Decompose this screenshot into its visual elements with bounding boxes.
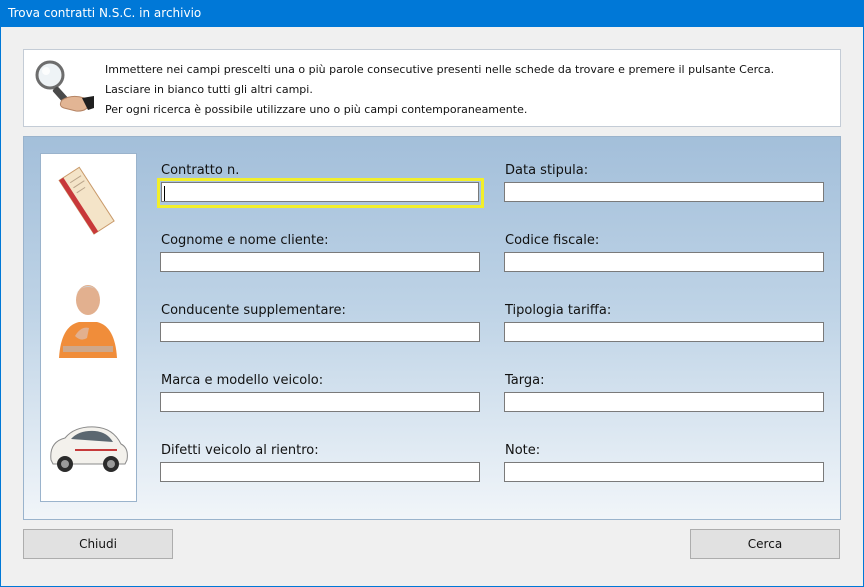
tipologia-input[interactable] [504, 322, 824, 342]
search-contracts-window: Trova contratti N.S.C. in archivio Immet… [0, 0, 864, 587]
text-caret [164, 186, 165, 201]
dialog-body: Immettere nei campi prescelti una o più … [1, 27, 863, 586]
contratto-input[interactable] [161, 182, 479, 202]
note-input[interactable] [504, 462, 824, 482]
search-form-panel: Contratto n. Data stipula: Cognome e nom… [23, 136, 841, 520]
document-icon [58, 166, 115, 235]
data-stipula-input[interactable] [504, 182, 824, 202]
difetti-label: Difetti veicolo al rientro: [161, 443, 319, 458]
instructions-line-1: Immettere nei campi prescelti una o più … [105, 63, 775, 76]
illustration-strip [40, 153, 137, 502]
tipologia-label: Tipologia tariffa: [505, 303, 612, 318]
instructions-text: Immettere nei campi prescelti una o più … [105, 60, 774, 120]
codice-fiscale-input[interactable] [504, 252, 824, 272]
marca-label: Marca e modello veicolo: [161, 373, 324, 388]
data-stipula-label: Data stipula: [505, 163, 589, 178]
cognome-label: Cognome e nome cliente: [161, 233, 329, 248]
window-title: Trova contratti N.S.C. in archivio [8, 6, 202, 20]
instructions-box: Immettere nei campi prescelti una o più … [23, 49, 841, 127]
title-bar[interactable]: Trova contratti N.S.C. in archivio [0, 0, 864, 27]
codice-fiscale-label: Codice fiscale: [505, 233, 600, 248]
targa-label: Targa: [505, 373, 545, 388]
contratto-label: Contratto n. [161, 163, 240, 178]
marca-input[interactable] [160, 392, 480, 412]
car-photo [50, 426, 128, 472]
instructions-line-3: Per ogni ricerca è possibile utilizzare … [105, 103, 528, 116]
conducente-input[interactable] [160, 322, 480, 342]
magnifier-icon [35, 60, 94, 112]
cognome-input[interactable] [160, 252, 480, 272]
close-button[interactable]: Chiudi [23, 529, 173, 559]
search-button[interactable]: Cerca [690, 529, 840, 559]
instructions-line-2: Lasciare in bianco tutti gli altri campi… [105, 83, 313, 96]
difetti-input[interactable] [160, 462, 480, 482]
conducente-label: Conducente supplementare: [161, 303, 346, 318]
note-label: Note: [505, 443, 541, 458]
targa-input[interactable] [504, 392, 824, 412]
person-photo [59, 285, 117, 358]
